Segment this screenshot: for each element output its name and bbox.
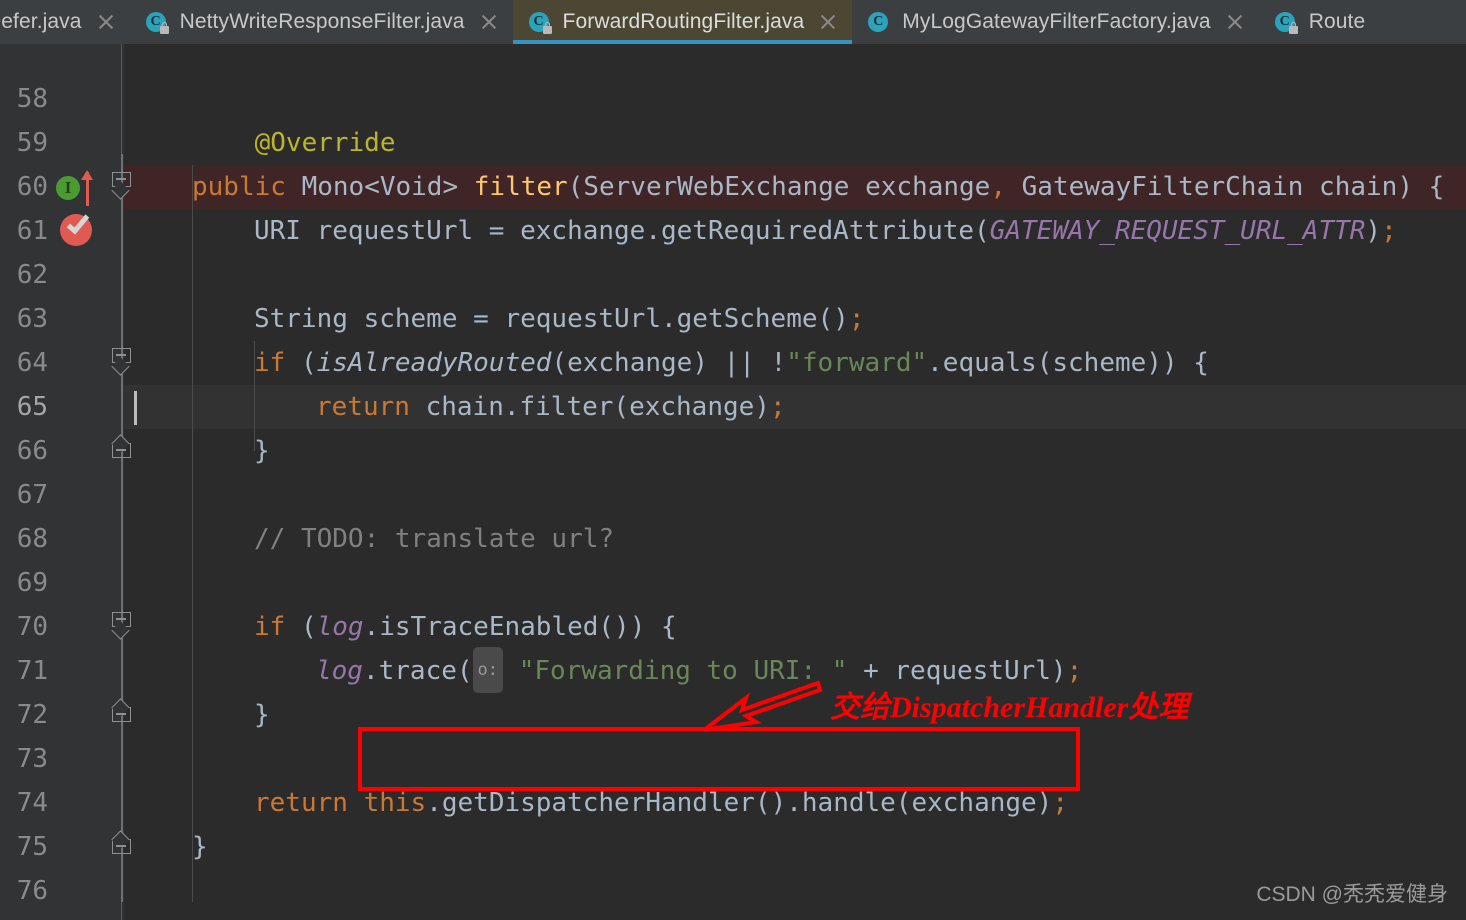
java-class-icon: C [868,11,890,33]
fold-marker-minus-icon [116,354,126,356]
token-keyword-this: this [363,788,427,818]
code-line-68[interactable]: // TODO: translate url? [254,517,614,561]
token-semicolon: ; [1052,788,1068,818]
csdn-watermark: CSDN @秃秃爱健身 [1256,883,1448,906]
annotation-text: 交给DispatcherHandler处理 [830,691,1189,724]
token-method-filter: filter [473,172,568,202]
line-number: 70 [16,612,48,642]
code-line-72[interactable]: } [254,693,270,737]
lock-icon [542,22,552,34]
token-keyword-if: if [254,612,286,642]
token-comma: , [990,172,1006,202]
code-line-65[interactable]: return chain.filter(exchange); [316,385,786,429]
close-icon[interactable] [818,12,838,32]
fold-marker-minus-icon [116,449,126,451]
code-editor[interactable]: 58 59 60 61 62 63 64 65 66 67 68 69 70 7… [0,44,1466,920]
tab-forwardroutingfilter-java[interactable]: C ForwardRoutingFilter.java [512,0,853,44]
java-class-locked-icon: C [528,11,552,34]
override-arrow-icon [81,170,93,206]
fold-marker-if-start[interactable] [111,348,131,376]
line-number: 76 [16,876,48,906]
line-number: 58 [16,84,48,114]
token-semicolon: ; [848,304,865,334]
fold-marker-minus-icon [116,618,126,620]
tab-route[interactable]: C Route [1258,0,1380,44]
fold-marker-method-start[interactable] [111,172,131,200]
code-line-64[interactable]: if (isAlreadyRouted(exchange) || !"forwa… [254,341,1209,385]
override-method-marker-icon[interactable]: I [56,168,106,206]
tab-label: Route [1308,10,1366,33]
tab-label: NettyWriteResponseFilter.java [179,10,465,33]
line-number: 73 [16,744,48,774]
code-line-75[interactable]: } [192,825,208,869]
editor-tab-bar[interactable]: Defer.java C NettyWriteResponseFilter.ja… [0,0,1466,44]
token-static-field-log: log [316,656,363,686]
code-line-59[interactable]: @Override [192,121,396,165]
line-number: 75 [16,832,48,862]
code-line-60[interactable]: public Mono<Void> filter(ServerWebExchan… [192,165,1444,209]
code-line-77[interactable]: } [130,913,146,920]
java-class-icon-letter: C [868,12,889,32]
tab-defer-java[interactable]: Defer.java [0,0,130,44]
indent-guide [192,165,193,902]
lock-icon [159,22,169,34]
token-keyword-public: public [192,172,286,202]
tab-nettywriteresponsefilter-java[interactable]: C NettyWriteResponseFilter.java [129,0,513,44]
token-keyword-if: if [254,348,286,378]
java-class-locked-icon: C [145,11,169,34]
close-icon[interactable] [479,12,499,32]
close-icon[interactable] [96,12,116,32]
breakpoint-row-gutter-highlight [124,165,192,209]
line-number: 71 [16,656,48,686]
tab-label: MyLogGatewayFilterFactory.java [902,10,1211,33]
line-number: 72 [16,700,48,730]
parameter-hint-badge[interactable]: o: [472,647,504,693]
token-keyword-return: return [316,392,410,422]
fold-marker-minus-icon [116,713,126,715]
line-number: 68 [16,524,48,554]
annotation-arrow-icon [702,680,823,732]
fold-marker-if-end[interactable] [111,434,131,458]
line-number: 74 [16,788,48,818]
code-fold-line [121,154,123,902]
token-static-method-isalreadyrouted: isAlreadyRouted [316,348,552,378]
line-number: 61 [16,216,48,246]
code-line-66[interactable]: } [254,429,270,473]
line-number: 63 [16,304,48,334]
token-string-forward: "forward" [786,348,928,378]
fold-marker-if-trace-end[interactable] [111,698,131,722]
line-number: 77 [0,913,48,920]
fold-marker-minus-icon [116,845,126,847]
implements-marker-letter: I [56,176,80,200]
fold-marker-if-trace-start[interactable] [111,612,131,640]
token-semicolon: ; [1381,216,1397,246]
fold-marker-method-end[interactable] [111,830,131,854]
tab-label: ForwardRoutingFilter.java [562,10,805,33]
code-line-61[interactable]: URI requestUrl = exchange.getRequiredAtt… [254,209,1397,253]
lock-icon [1288,22,1298,34]
line-number: 66 [16,436,48,466]
line-number: 67 [16,480,48,510]
code-line-63[interactable]: String scheme = requestUrl.getScheme(); [254,297,864,341]
breakpoint-icon[interactable] [60,210,100,250]
token-semicolon: ; [769,392,786,422]
line-number: 64 [16,348,48,378]
line-number-current: 65 [16,392,48,422]
close-icon[interactable] [1225,12,1245,32]
token-static-field-gateway-request-url-attr: GATEWAY_REQUEST_URL_ATTR [989,216,1366,246]
text-caret [134,391,137,425]
java-class-locked-icon: C [1274,11,1298,34]
token-keyword-return: return [254,788,348,818]
line-number: 69 [16,568,48,598]
tab-label: Defer.java [0,10,82,33]
line-number: 60 [16,172,48,202]
code-line-70[interactable]: if (log.isTraceEnabled()) { [254,605,677,649]
line-number: 59 [16,128,48,158]
tab-mylog-gateway-filter-factory-java[interactable]: C MyLogGatewayFilterFactory.java [852,0,1259,44]
token-static-field-log: log [316,612,364,642]
fold-marker-minus-icon [116,178,126,180]
line-number: 62 [16,260,48,290]
